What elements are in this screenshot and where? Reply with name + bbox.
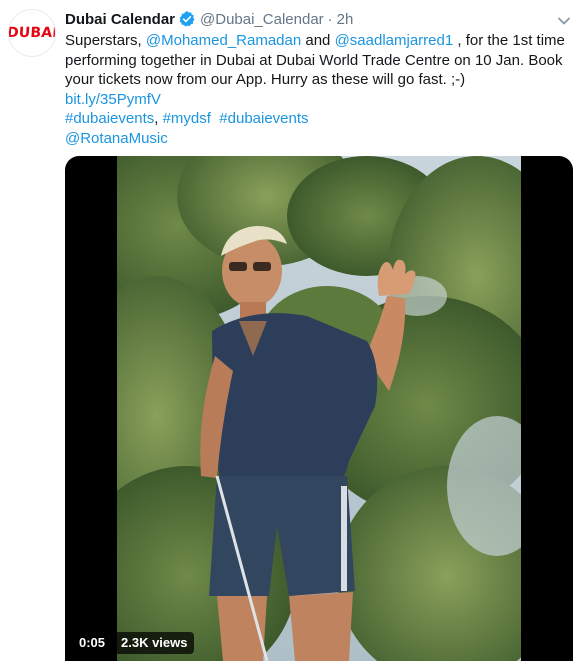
- mention-rotanamusic[interactable]: @RotanaMusic: [65, 130, 168, 147]
- avatar[interactable]: DUBAI: [8, 9, 56, 57]
- link-line: bit.ly/35PymfV: [65, 90, 580, 110]
- display-name[interactable]: Dubai Calendar: [65, 11, 175, 28]
- caret-down-icon[interactable]: [557, 13, 571, 25]
- tweet-paragraph: Superstars, @Mohamed_Ramadan and @saadla…: [65, 31, 580, 90]
- tweet-header: Dubai Calendar @Dubai_Calendar · 2h: [65, 9, 353, 29]
- tweet-text: Superstars, @Mohamed_Ramadan and @saadla…: [65, 31, 580, 148]
- mention-mohamed-ramadan[interactable]: @Mohamed_Ramadan: [146, 32, 301, 49]
- hashtag-dubaievents[interactable]: #dubaievents: [65, 110, 154, 127]
- video-frame[interactable]: [117, 156, 521, 661]
- text-segment: and: [301, 32, 335, 49]
- video-still-image: [117, 156, 521, 661]
- video-views-badge: 2.3K views: [115, 632, 194, 654]
- user-handle[interactable]: @Dubai_Calendar: [200, 11, 324, 28]
- verified-badge-icon: [178, 10, 196, 28]
- hashtag-dubaievents-2[interactable]: #dubaievents: [219, 110, 308, 127]
- text-segment: ,: [154, 110, 163, 127]
- hashtag-line: #dubaievents, #mydsf #dubaievents: [65, 109, 580, 129]
- video-player[interactable]: 0:05 2.3K views: [65, 156, 573, 661]
- tweet[interactable]: DUBAI Dubai Calendar @Dubai_Calendar · 2…: [0, 0, 586, 661]
- header-separator: ·: [327, 10, 333, 28]
- mention-saadlamjarred1[interactable]: @saadlamjarred1: [335, 32, 454, 49]
- hashtag-mydsf[interactable]: #mydsf: [163, 110, 211, 127]
- text-segment: Superstars,: [65, 32, 146, 49]
- avatar-logo: DUBAI: [8, 25, 56, 41]
- mention-line: @RotanaMusic: [65, 129, 580, 149]
- short-link[interactable]: bit.ly/35PymfV: [65, 91, 161, 108]
- tweet-timestamp[interactable]: 2h: [337, 11, 354, 28]
- video-elapsed-badge: 0:05: [73, 632, 112, 654]
